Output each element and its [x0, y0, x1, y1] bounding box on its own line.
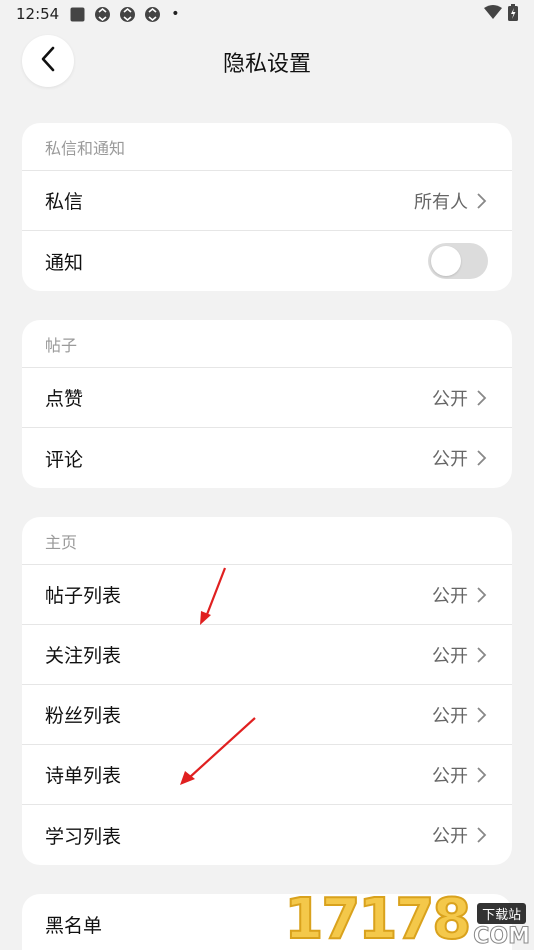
row-comments[interactable]: 评论 公开 [22, 428, 512, 488]
section-header: 帖子 [22, 320, 512, 368]
sync-icon [144, 6, 161, 23]
row-private-message[interactable]: 私信 所有人 [22, 171, 512, 231]
header: 隐私设置 [0, 32, 534, 90]
row-likes[interactable]: 点赞 公开 [22, 368, 512, 428]
row-label: 黑名单 [45, 914, 103, 937]
square-icon [69, 6, 86, 23]
watermark-logo: 17178 下载站 COM [283, 888, 534, 950]
row-following-list[interactable]: 关注列表 公开 [22, 625, 512, 685]
row-value: 公开 [432, 765, 468, 787]
section-messages: 私信和通知 私信 所有人 通知 [22, 123, 512, 291]
chevron-right-icon [474, 705, 488, 725]
watermark-number: 17178 [283, 887, 472, 950]
battery-icon [508, 3, 518, 25]
row-value: 公开 [432, 826, 468, 847]
chevron-right-icon [474, 645, 488, 665]
notification-dot: • [171, 6, 180, 22]
row-study-list[interactable]: 学习列表 公开 [22, 805, 512, 865]
row-value: 公开 [432, 449, 468, 470]
wifi-icon [484, 4, 502, 24]
annotation-arrow [200, 567, 227, 625]
row-label: 帖子列表 [45, 585, 122, 607]
chevron-right-icon [474, 448, 488, 468]
annotation-arrow [180, 717, 256, 785]
row-post-list[interactable]: 帖子列表 公开 [22, 565, 512, 625]
row-value: 公开 [432, 585, 468, 607]
status-bar: 12:54 • [0, 0, 534, 28]
row-label: 学习列表 [45, 825, 122, 848]
row-label: 关注列表 [45, 645, 122, 667]
chevron-right-icon [474, 765, 488, 785]
row-poem-list[interactable]: 诗单列表 公开 [22, 745, 512, 805]
chevron-right-icon [474, 388, 488, 408]
sync-icon [119, 6, 136, 23]
row-label: 私信 [45, 191, 84, 213]
sync-icon [94, 6, 111, 23]
watermark-suffix: COM [473, 924, 531, 949]
row-value: 所有人 [414, 191, 468, 213]
section-header: 主页 [22, 517, 512, 565]
row-label: 通知 [45, 251, 84, 274]
row-value: 公开 [432, 645, 468, 667]
chevron-right-icon [474, 585, 488, 605]
section-profile: 主页 帖子列表 公开 关注列表 公开 粉丝列表 公开 诗单列表 公开 学习列表 … [22, 517, 512, 865]
section-header: 私信和通知 [22, 123, 512, 171]
row-value: 公开 [432, 388, 468, 410]
section-posts: 帖子 点赞 公开 评论 公开 [22, 320, 512, 488]
chevron-right-icon [474, 191, 488, 211]
watermark-tag: 下载站 [477, 903, 527, 924]
row-label: 评论 [45, 448, 84, 471]
row-value: 公开 [432, 705, 468, 727]
notification-toggle[interactable] [428, 243, 488, 279]
page-title: 隐私设置 [222, 52, 311, 77]
chevron-right-icon [474, 825, 488, 845]
row-notification: 通知 [22, 231, 512, 291]
status-time: 12:54 [16, 5, 60, 23]
row-fans-list[interactable]: 粉丝列表 公开 [22, 685, 512, 745]
row-label: 点赞 [45, 388, 84, 410]
row-label: 粉丝列表 [45, 705, 122, 727]
row-label: 诗单列表 [45, 765, 122, 787]
